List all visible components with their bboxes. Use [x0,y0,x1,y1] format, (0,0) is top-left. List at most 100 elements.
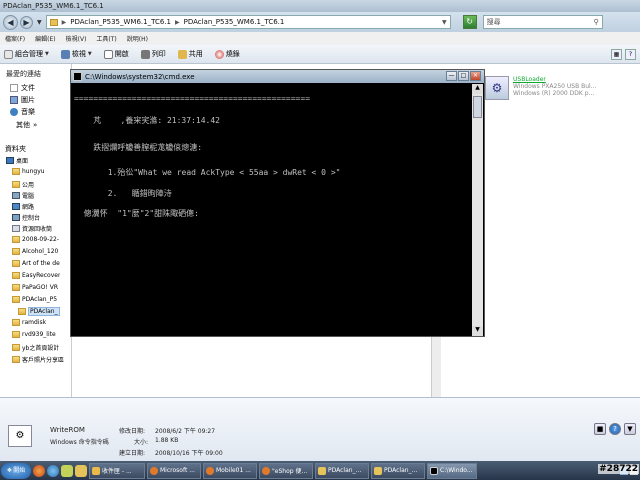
tree-item[interactable]: 網路 [12,202,34,211]
task-label: Microsoft ... [160,467,195,474]
chevron-right-icon[interactable]: ▼ [442,19,447,26]
maximize-button[interactable]: □ [458,71,469,81]
recent-pages-chevron-icon[interactable]: ▼ [37,19,42,26]
folder-icon [49,18,58,26]
forward-button[interactable]: ▶ [20,15,33,29]
share-button[interactable]: 共用 [177,49,203,59]
taskbar-task[interactable]: "eShop 便... [259,462,313,479]
tree-item[interactable]: Art of the de [12,260,60,267]
burn-button[interactable]: 燒錄 [214,49,240,59]
console-output[interactable]: ========================================… [74,84,470,336]
tree-item[interactable]: PaPaGO! VR [12,284,58,291]
tree-item[interactable]: 公用 [12,180,34,189]
menu-edit[interactable]: 編輯(E) [35,34,55,43]
tree-item[interactable]: 資源回收筒 [12,224,52,233]
tree-label: 控制台 [22,215,41,222]
favorite-documents[interactable]: 文件 [10,83,35,93]
start-button[interactable]: ❖ 開始 [1,462,31,479]
chevron-right-icon: ▶ [61,18,67,26]
menu-view[interactable]: 檢視(V) [66,34,87,43]
scroll-up-icon[interactable]: ▲ [472,84,483,94]
organize-button[interactable]: 組合管理 ▼ [4,49,49,59]
tree-item[interactable]: PDAclan_P5 [12,296,57,303]
cmd-scrollbar[interactable]: ▲ ▼ [472,84,483,336]
tree-item-desktop[interactable]: 桌面 [6,156,28,165]
taskbar-task[interactable]: PDAclan_... [371,462,425,479]
menu-tools[interactable]: 工具(T) [96,34,116,43]
windows-logo-icon: ❖ [6,466,13,474]
tree-item[interactable]: 電腦 [12,191,34,200]
taskbar-task[interactable]: PDAclan_... [315,462,369,479]
cmd-titlebar[interactable]: C:\Windows\system32\cmd.exe — □ ✕ [71,70,484,83]
task-label: 收件匣 - ... [102,468,132,475]
application-icon: ⚙ [485,76,509,100]
tree-item[interactable]: ramdisk [12,319,46,326]
favorite-music[interactable]: 音樂 [10,107,35,117]
taskbar-task[interactable]: 收件匣 - ... [89,462,145,479]
favorite-label: 文件 [21,84,35,92]
address-input[interactable]: ▶ PDAclan_P535_WM6.1_TC6.1 ▶ PDAclan_P53… [45,15,451,29]
start-label: 開始 [13,466,26,474]
open-label: 開啟 [114,50,129,58]
help-icon[interactable]: ? [609,423,621,435]
firefox-icon[interactable] [33,464,45,477]
close-button[interactable]: ✕ [470,71,481,81]
search-icon[interactable]: ⚲ [593,16,598,28]
breadcrumb-item[interactable]: PDAclan_P535_WM6.1_TC6.1 [70,18,171,26]
file-name: USBLoader [513,76,546,83]
minimize-button[interactable]: — [446,71,457,81]
explorer-icon[interactable] [75,464,87,477]
scroll-down-icon[interactable]: ▼ [472,326,483,336]
favorites-more[interactable]: 其他 » [16,120,37,130]
ie-icon[interactable] [47,464,59,477]
taskbar-task-active[interactable]: C:\Windo... [427,462,477,479]
command-toolbar: 組合管理 ▼ 檢視 ▼ 開啟 列印 共用 燒錄 ▦ ? [0,45,640,64]
organize-icon[interactable]: ■ [594,423,606,435]
tree-item[interactable]: Alcohol_120 [12,248,58,255]
tree-item[interactable]: EasyRecover [12,272,60,279]
help-icon[interactable]: ? [625,49,636,60]
double-chevron-icon: » [33,121,38,129]
tree-item[interactable]: rvd939_lite [12,331,56,338]
tree-label: PaPaGO! VR [22,284,59,291]
scroll-thumb[interactable] [473,96,482,118]
music-icon [10,108,18,116]
tree-item[interactable]: hungyu [12,168,45,175]
console-icon [73,72,82,81]
console-line: ========================================… [74,94,311,103]
open-icon [103,49,113,59]
views-button[interactable]: 檢視 ▼ [60,49,92,59]
status-icons: ■ ? ▼ [594,423,636,435]
cmd-window[interactable]: C:\Windows\system32\cmd.exe — □ ✕ ======… [70,69,485,337]
chevron-down-icon[interactable]: ▼ [624,423,636,435]
taskbar-task[interactable]: Mobile01 ... [203,462,257,479]
watermark-id: #28722 [598,464,639,474]
menu-help[interactable]: 說明(H) [127,34,148,43]
tree-item[interactable]: yb之首頁設計 [12,343,59,352]
print-button[interactable]: 列印 [140,49,166,59]
tree-item-selected[interactable]: PDAclan_ [18,307,60,316]
open-button[interactable]: 開啟 [103,49,129,59]
tree-item[interactable]: 2008-09-22- [12,236,59,243]
favorite-pictures[interactable]: 圖片 [10,95,35,105]
refresh-button[interactable]: ↻ [462,15,477,29]
tree-label: Art of the de [22,260,60,267]
chevron-right-icon[interactable]: ▶ [175,19,180,26]
tree-label: 網路 [22,204,35,211]
search-input[interactable]: 搜尋 ⚲ [482,15,603,29]
folders-title[interactable]: 資料夾 [5,144,26,154]
file-item-usbloader[interactable]: ⚙ USBLoader Windows PXA250 USB Bul... Wi… [485,76,596,100]
app-icon[interactable] [61,464,73,477]
breadcrumb-item[interactable]: PDAclan_P535_WM6.1_TC6.1 [184,18,285,26]
taskbar-task[interactable]: Microsoft ... [147,462,201,479]
navigation-pane: 最愛的連結 文件 圖片 音樂 其他 » 資料夾 桌面 hungyu 公用 電腦 … [0,64,72,397]
menu-file[interactable]: 檔案(F) [5,34,25,43]
preview-pane-icon[interactable]: ▦ [611,49,622,60]
console-icon [430,466,438,475]
tree-item[interactable]: 控制台 [12,213,40,222]
back-button[interactable]: ◀ [3,14,18,30]
script-file-icon: ⚙ [8,425,32,447]
folder-icon [12,236,20,243]
tree-item[interactable]: 客戶照片分享區 [12,355,64,364]
share-label: 共用 [188,50,203,58]
